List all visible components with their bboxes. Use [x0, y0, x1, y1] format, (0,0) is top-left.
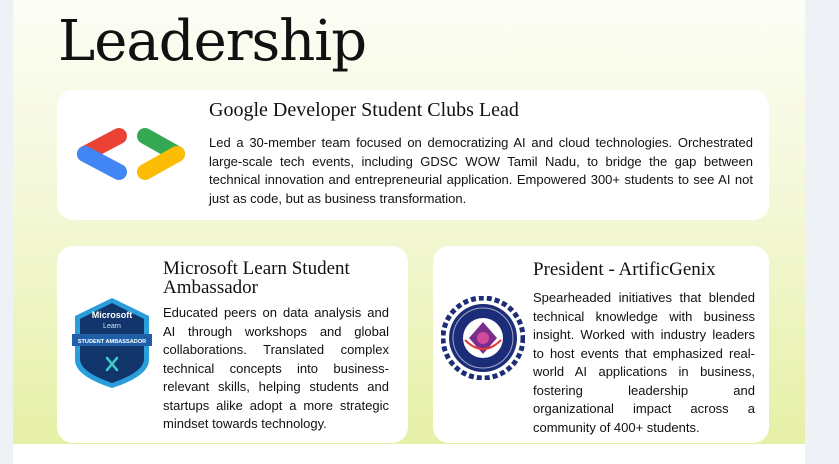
card-description: Educated peers on data analysis and AI t… — [163, 305, 389, 431]
microsoft-ambassador-badge-icon: Microsoft Learn STUDENT AMBASSADOR — [72, 298, 152, 388]
card-title: President - ArtificGenix — [533, 259, 716, 280]
card-microsoft-ambassador: Microsoft Learn STUDENT AMBASSADOR Micro… — [57, 246, 408, 443]
slide: Leadership Google Developer Student Club… — [13, 0, 805, 444]
page-title: Leadership — [58, 9, 367, 74]
college-emblem-icon — [441, 296, 525, 380]
page-footer-area — [13, 444, 805, 464]
card-title: Microsoft Learn Student Ambassador — [163, 258, 350, 298]
card-artificgenix-president: President - ArtificGenix Spearheaded ini… — [433, 246, 769, 443]
card-description: Led a 30-member team focused on democrat… — [209, 135, 753, 206]
badge-line2: Learn — [103, 323, 121, 330]
card-description: Spearheaded initiatives that blended tec… — [533, 290, 755, 435]
card-title: Google Developer Student Clubs Lead — [209, 99, 519, 121]
google-developers-icon — [77, 128, 185, 180]
badge-ribbon: STUDENT AMBASSADOR — [78, 339, 146, 345]
badge-line1: Microsoft — [92, 310, 133, 320]
card-gdsc-lead: Google Developer Student Clubs Lead Led … — [57, 90, 769, 220]
